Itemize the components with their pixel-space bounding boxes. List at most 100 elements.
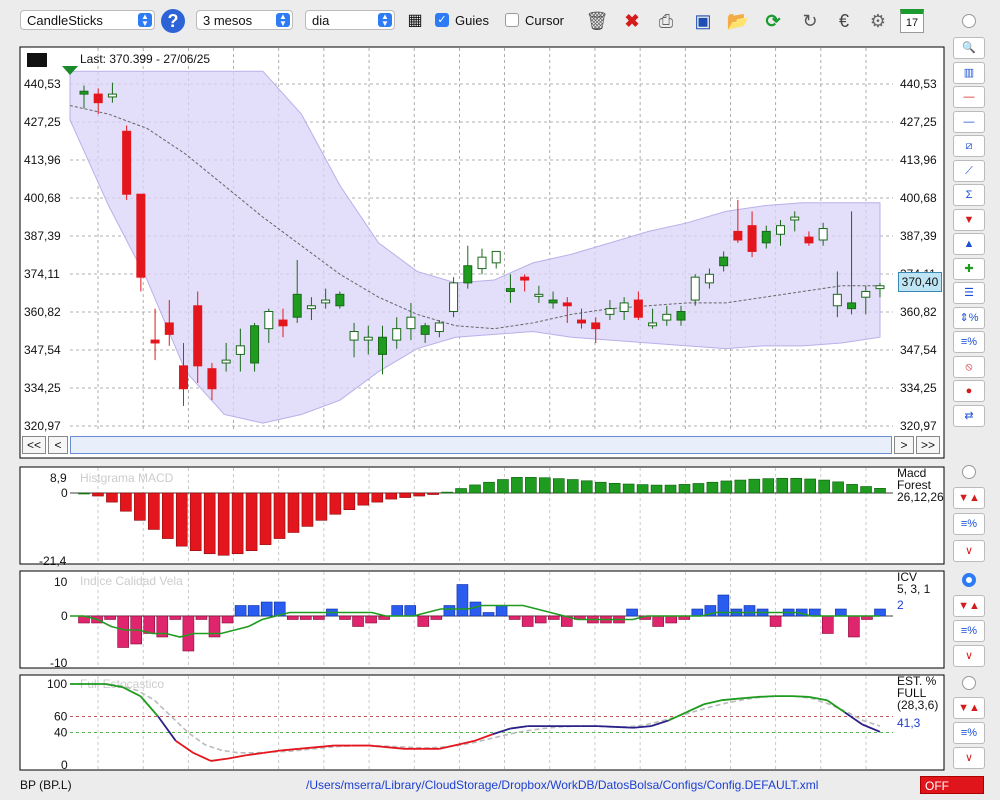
macd-bar — [622, 483, 635, 494]
macd-bar — [692, 483, 705, 494]
candle-body — [690, 276, 700, 301]
nav-next-button[interactable]: > — [894, 436, 914, 454]
candle-body — [733, 230, 743, 241]
record-icon[interactable]: ● — [953, 380, 985, 402]
chart-type-icon[interactable]: ▥ — [953, 61, 985, 84]
status-off-badge[interactable]: OFF — [920, 776, 984, 794]
nav-last-button[interactable]: >> — [916, 436, 940, 454]
macd-bar — [483, 481, 495, 494]
candle-body — [861, 290, 871, 298]
dropdown-triangle-icon[interactable] — [62, 66, 78, 75]
macd-tick-label: 8,9 — [50, 471, 67, 485]
macd-bar — [497, 479, 509, 494]
icv-bar — [691, 608, 704, 617]
candle-body — [704, 273, 714, 284]
macd-bar — [874, 488, 886, 494]
main-panel-radio[interactable] — [962, 14, 976, 28]
candle-body — [434, 322, 444, 333]
icv-bar — [430, 615, 443, 620]
macd-bar — [301, 492, 314, 527]
chart-mode-icon[interactable] — [27, 53, 47, 67]
candle-body — [335, 293, 345, 307]
icv-title: Indice Calidad Vela — [80, 574, 183, 588]
trend-line-icon[interactable]: ⟋ — [953, 159, 985, 182]
macd-bar — [762, 478, 775, 494]
macd-bar — [860, 486, 872, 494]
macd-bar — [78, 492, 90, 495]
zoom-icon[interactable]: 🔍 — [953, 37, 985, 59]
channel-icon[interactable]: Σ — [953, 184, 985, 206]
lines-icon[interactable]: ☰ — [953, 282, 985, 304]
macd-panel-radio[interactable] — [962, 465, 976, 479]
last-price-label: Last: 370.399 - 27/06/25 — [80, 52, 211, 66]
y-tick-label-right: 347,54 — [900, 343, 937, 357]
percent-lines-icon[interactable]: ≡% — [953, 331, 985, 353]
icv-bar — [482, 612, 495, 617]
icv-bar — [652, 615, 664, 627]
icv-arrows-icon[interactable]: ▼▲ — [953, 595, 985, 617]
macd-curve-icon[interactable]: ∨ — [953, 540, 985, 562]
y-tick-label-right: 413,96 — [900, 153, 937, 167]
stochastic-panel-radio[interactable] — [962, 676, 976, 690]
nav-first-button[interactable]: << — [22, 436, 46, 454]
arrow-down-icon[interactable]: ▼ — [953, 208, 985, 231]
candle-body — [107, 93, 117, 98]
percent-scale-icon[interactable]: ⇕% — [953, 306, 985, 329]
icv-bar — [313, 615, 325, 620]
arrow-up-icon[interactable]: ▲ — [953, 233, 985, 255]
macd-bar — [720, 480, 733, 494]
icv-curve-icon[interactable]: ∨ — [953, 645, 985, 667]
stochastic-k-segment — [615, 726, 634, 729]
macd-bar — [608, 482, 621, 494]
refresh-icon[interactable]: ⇄ — [953, 404, 985, 427]
fibonacci-icon[interactable]: ⧄ — [953, 135, 985, 157]
config-path-link[interactable]: /Users/mserra/Library/CloudStorage/Dropb… — [306, 778, 818, 792]
y-tick-label-right: 400,68 — [900, 191, 937, 205]
horizontal-line-red-icon[interactable]: — — [953, 86, 985, 108]
candle-body — [491, 250, 501, 264]
stochastic-arrows-icon[interactable]: ▼▲ — [953, 697, 985, 719]
candle-body — [747, 225, 757, 252]
stochastic-tick-label: 100 — [47, 677, 67, 691]
y-tick-label-left: 413,96 — [24, 153, 61, 167]
stochastic-tick-label: 0 — [61, 758, 68, 772]
stochastic-percent-icon[interactable]: ≡% — [953, 722, 985, 744]
candle-body — [648, 322, 658, 327]
candle-body — [761, 230, 771, 244]
horizontal-line-blue-icon[interactable]: — — [953, 110, 985, 133]
candle-body — [534, 293, 544, 297]
candle-body — [179, 365, 188, 390]
y-tick-label-left: 427,25 — [24, 115, 61, 129]
icv-bar — [835, 608, 847, 617]
macd-percent-icon[interactable]: ≡% — [953, 513, 985, 535]
y-tick-label-right: 387,39 — [900, 229, 937, 243]
macd-arrows-icon[interactable]: ▼▲ — [953, 487, 985, 509]
icv-percent-icon[interactable]: ≡% — [953, 620, 985, 642]
y-tick-label-right: 320,97 — [900, 419, 937, 433]
icv-panel-radio[interactable] — [962, 573, 976, 587]
candle-body — [505, 288, 515, 292]
icv-bar — [469, 601, 482, 617]
stop-icon[interactable]: ⦸ — [953, 355, 985, 378]
nav-prev-button[interactable]: < — [48, 436, 68, 454]
candle-body — [790, 216, 800, 221]
macd-bar — [553, 478, 565, 494]
icv-bar — [169, 615, 182, 620]
macd-bar — [566, 479, 579, 494]
macd-legend: Macd Forest 26,12,26 — [897, 467, 944, 503]
macd-bar — [329, 492, 342, 515]
icv-bar — [117, 615, 129, 648]
stochastic-curve-icon[interactable]: ∨ — [953, 747, 985, 769]
candle-body — [250, 325, 260, 364]
scroll-track[interactable] — [70, 436, 892, 454]
candle-body — [804, 236, 814, 244]
y-tick-label-left: 360,82 — [24, 305, 61, 319]
icv-bar — [508, 615, 521, 620]
macd-bar — [413, 492, 425, 497]
macd-bar — [385, 492, 398, 500]
candle-body — [463, 265, 473, 284]
icv-bar — [665, 615, 678, 624]
macd-bar — [818, 479, 830, 494]
stochastic-legend-line: (28,3,6) — [897, 698, 939, 712]
arrows-icon[interactable]: ✚ — [953, 257, 985, 280]
